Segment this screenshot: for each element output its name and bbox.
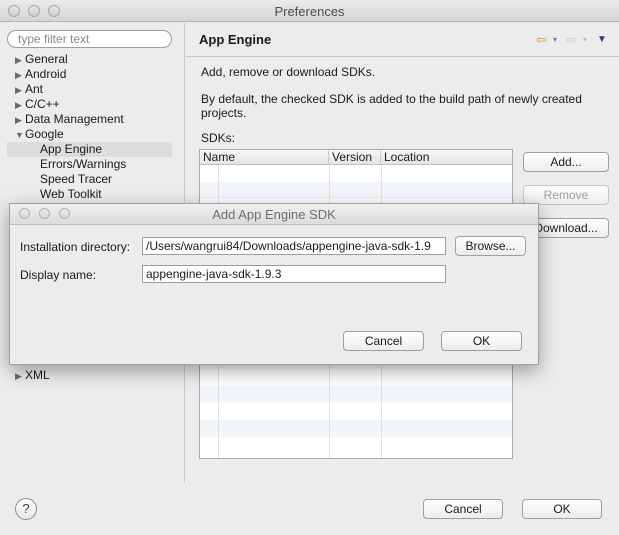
filter-input[interactable] (7, 30, 172, 48)
table-row[interactable] (200, 403, 512, 420)
table-row[interactable] (200, 386, 512, 403)
column-header-location[interactable]: Location (381, 150, 512, 165)
view-menu-icon[interactable]: ▼ (597, 34, 607, 45)
tree-item-google[interactable]: ▼Google (15, 127, 64, 142)
expand-triangle-icon[interactable]: ▶ (15, 68, 25, 83)
sdk-table-header: Name Version Location (200, 150, 512, 165)
page-description: Add, remove or download SDKs. (201, 65, 376, 79)
installation-directory-input[interactable] (142, 237, 446, 255)
page-note-line1: By default, the checked SDK is added to … (201, 92, 582, 106)
dialog-cancel-button[interactable]: Cancel (343, 331, 424, 351)
tree-item-xml[interactable]: ▶ XML (15, 368, 50, 383)
collapse-triangle-icon[interactable]: ▼ (15, 128, 25, 143)
tree-item-general[interactable]: ▶ General (15, 52, 68, 67)
back-arrow-icon[interactable]: ⇦ (536, 32, 547, 48)
add-sdk-dialog: Add App Engine SDK Installation director… (9, 203, 539, 365)
column-header-version[interactable]: Version (329, 150, 381, 165)
window-title: Preferences (274, 4, 345, 19)
table-row[interactable] (200, 165, 512, 182)
expand-triangle-icon[interactable]: ▶ (15, 369, 25, 384)
tree-item-speed-tracer[interactable]: Speed Tracer (40, 172, 112, 187)
tree-item-c-cpp[interactable]: ▶ C/C++ (15, 97, 60, 112)
dialog-title-bar: Add App Engine SDK (10, 204, 538, 225)
expand-triangle-icon[interactable]: ▶ (15, 113, 25, 128)
expand-triangle-icon[interactable]: ▶ (15, 98, 25, 113)
expand-triangle-icon[interactable]: ▶ (15, 83, 25, 98)
table-row[interactable] (200, 369, 512, 386)
tree-item-ant[interactable]: ▶ Ant (15, 82, 43, 97)
tree-item-web-toolkit[interactable]: Web Toolkit (40, 187, 102, 202)
preferences-window: Preferences ▶General ▶Android ▶Ant ▶C/C+… (0, 0, 619, 535)
forward-arrow-icon[interactable]: ⇨ (566, 32, 577, 48)
title-bar: Preferences (0, 0, 619, 22)
tree-item-errors-warnings[interactable]: Errors/Warnings (40, 157, 126, 172)
sdks-label: SDKs: (201, 131, 236, 145)
table-row[interactable] (200, 420, 512, 437)
back-history-dropdown-icon[interactable]: ▾ (553, 35, 557, 44)
browse-button[interactable]: Browse... (455, 236, 526, 256)
add-sdk-button[interactable]: Add... (523, 152, 609, 172)
tree-item-android[interactable]: ▶ Android (15, 67, 66, 82)
cancel-button[interactable]: Cancel (423, 499, 503, 519)
table-row[interactable] (200, 437, 512, 454)
forward-history-dropdown-icon[interactable]: ▾ (583, 35, 587, 44)
page-note-line2: projects. (201, 106, 247, 120)
dialog-title: Add App Engine SDK (212, 207, 336, 222)
help-icon: ? (22, 501, 30, 516)
installation-directory-label: Installation directory: (20, 240, 131, 254)
tree-item-data-management[interactable]: ▶ Data Management (15, 112, 124, 127)
column-header-name[interactable]: Name (200, 150, 329, 165)
page-header: App Engine ⇦ ▾ ⇨ ▾ ▼ (186, 23, 619, 57)
help-button[interactable]: ? (15, 498, 37, 520)
page-title: App Engine (199, 32, 272, 47)
display-name-label: Display name: (20, 268, 97, 282)
dialog-ok-button[interactable]: OK (441, 331, 522, 351)
display-name-input[interactable] (142, 265, 446, 283)
ok-button[interactable]: OK (522, 499, 602, 519)
expand-triangle-icon[interactable]: ▶ (15, 53, 25, 68)
tree-item-app-engine[interactable]: App Engine (7, 142, 172, 157)
table-row[interactable] (200, 182, 512, 199)
remove-sdk-button[interactable]: Remove (523, 185, 609, 205)
